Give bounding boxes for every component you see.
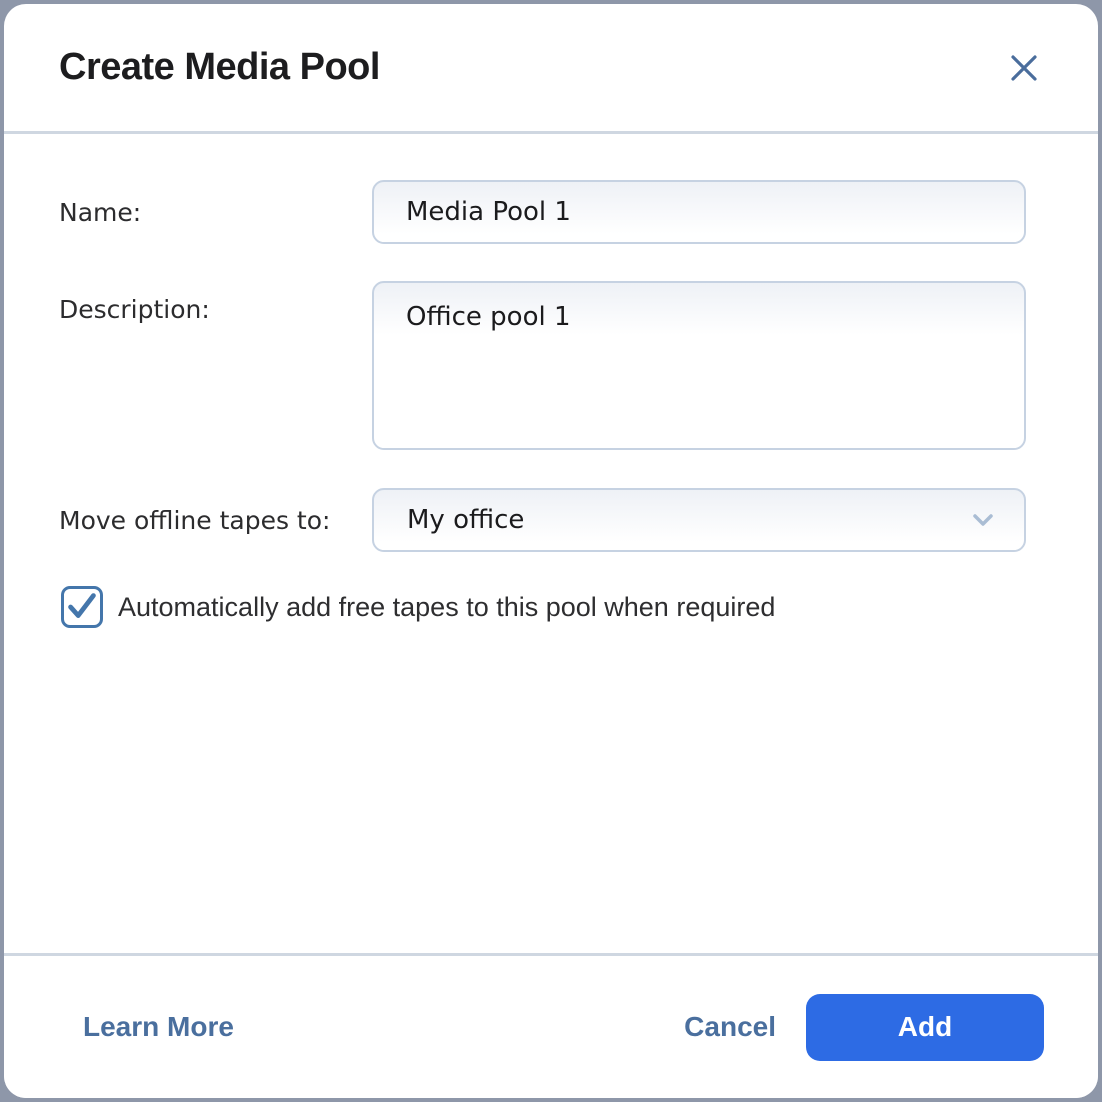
auto-add-row: Automatically add free tapes to this poo… xyxy=(61,586,1026,628)
dialog-title: Create Media Pool xyxy=(59,46,380,89)
close-button[interactable] xyxy=(1002,46,1046,90)
dialog-body: Name: Description: Office pool 1 Move of… xyxy=(4,134,1098,953)
move-offline-selected-value: My office xyxy=(407,505,524,535)
dialog-footer: Learn More Cancel Add xyxy=(4,953,1098,1098)
learn-more-link[interactable]: Learn More xyxy=(83,1011,234,1043)
move-offline-label: Move offline tapes to: xyxy=(59,506,372,535)
move-offline-select[interactable]: My office xyxy=(372,488,1026,552)
create-media-pool-dialog: Create Media Pool Name: Description: Off… xyxy=(4,4,1098,1098)
checkmark-icon xyxy=(62,587,102,627)
description-row: Description: Office pool 1 xyxy=(59,281,1026,450)
close-icon xyxy=(1009,53,1039,83)
dialog-header: Create Media Pool xyxy=(4,4,1098,134)
description-label: Description: xyxy=(59,281,372,324)
description-textarea[interactable]: Office pool 1 xyxy=(372,281,1026,450)
auto-add-checkbox[interactable] xyxy=(61,586,103,628)
name-input[interactable] xyxy=(372,180,1026,244)
name-label: Name: xyxy=(59,198,372,227)
cancel-button[interactable]: Cancel xyxy=(684,1011,776,1043)
name-row: Name: xyxy=(59,180,1026,244)
auto-add-label: Automatically add free tapes to this poo… xyxy=(118,592,775,623)
move-offline-row: Move offline tapes to: My office xyxy=(59,488,1026,552)
chevron-down-icon xyxy=(970,507,996,533)
add-button[interactable]: Add xyxy=(806,994,1044,1061)
